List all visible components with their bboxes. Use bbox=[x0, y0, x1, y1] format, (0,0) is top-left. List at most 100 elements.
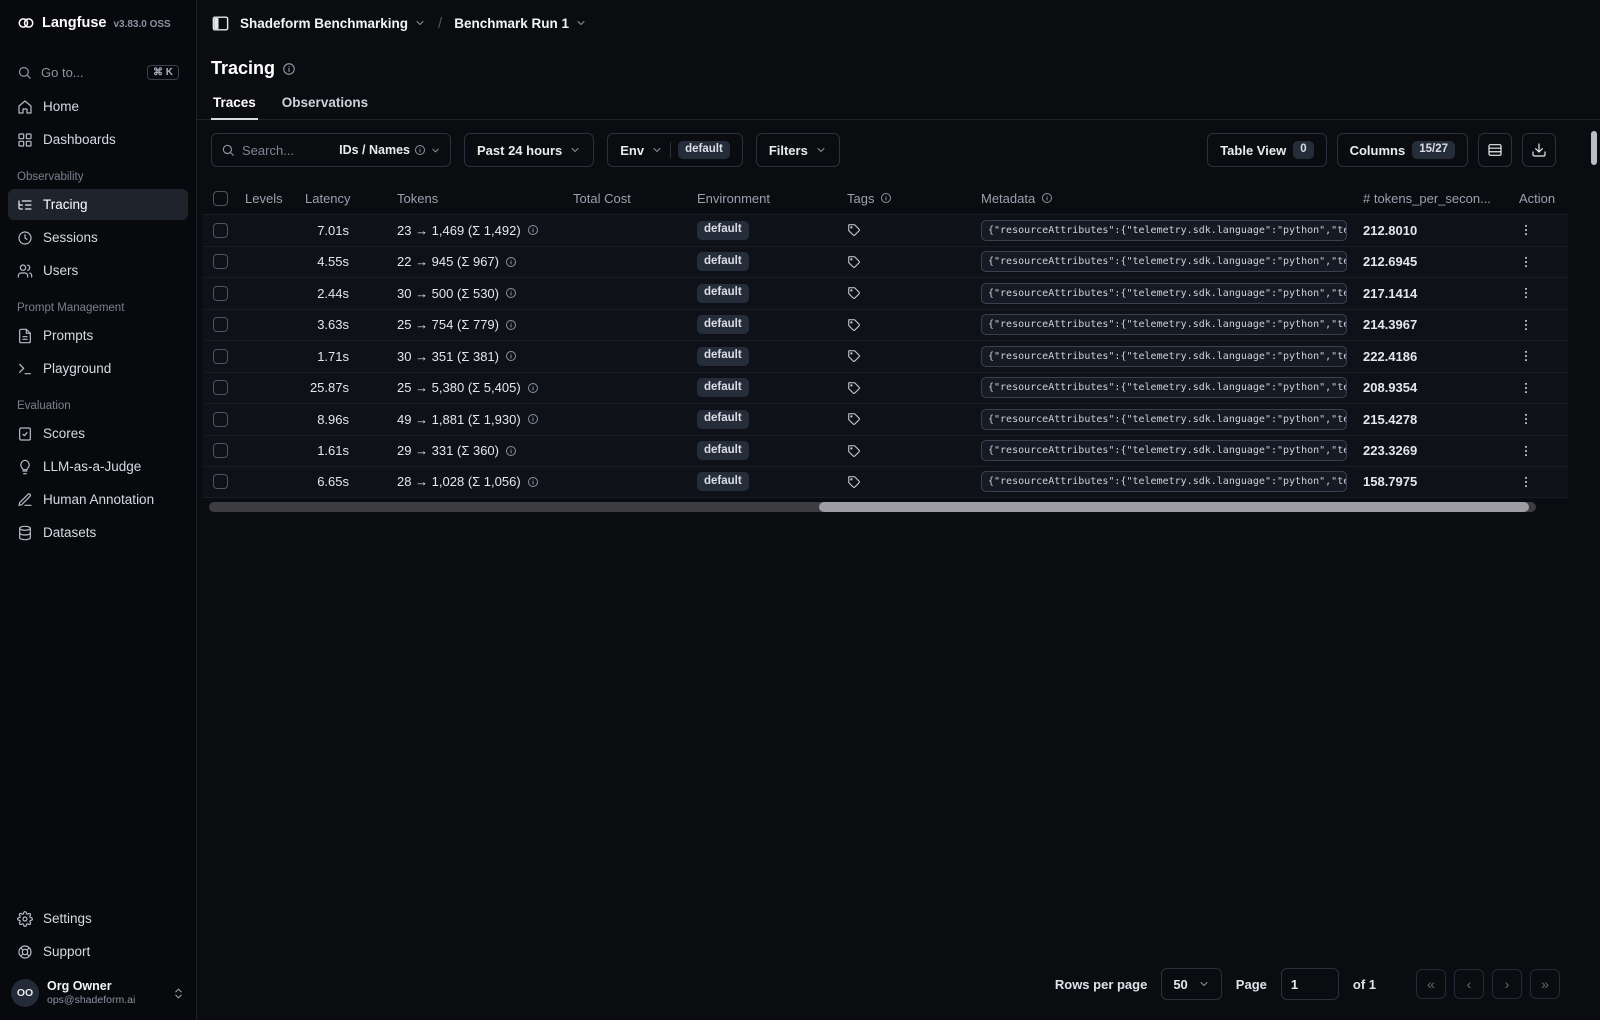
column-header-tokens-per-second[interactable]: # tokens_per_secon... bbox=[1355, 191, 1505, 206]
row-checkbox[interactable] bbox=[203, 411, 237, 427]
search-mode-dropdown[interactable]: IDs / Names bbox=[339, 143, 441, 157]
export-button[interactable] bbox=[1522, 133, 1556, 167]
app-logo[interactable]: Langfuse v3.83.0 OSS bbox=[8, 0, 188, 46]
row-actions-button[interactable] bbox=[1505, 349, 1568, 363]
table-row[interactable]: 3.63s 25 → 754 (Σ 779) default {"resourc… bbox=[203, 308, 1568, 340]
metadata-preview[interactable]: {"resourceAttributes":{"telemetry.sdk.la… bbox=[981, 251, 1347, 273]
info-icon[interactable] bbox=[527, 224, 539, 236]
column-header-environment[interactable]: Environment bbox=[689, 191, 839, 206]
tag-icon[interactable] bbox=[847, 475, 861, 489]
vertical-scrollbar-thumb[interactable] bbox=[1591, 131, 1597, 165]
previous-page-button[interactable]: ‹ bbox=[1454, 969, 1484, 999]
info-icon[interactable] bbox=[505, 287, 517, 299]
tag-icon[interactable] bbox=[847, 444, 861, 458]
row-actions-button[interactable] bbox=[1505, 444, 1568, 458]
table-row[interactable]: 2.44s 30 → 500 (Σ 530) default {"resourc… bbox=[203, 277, 1568, 309]
sidebar-item-home[interactable]: Home bbox=[8, 91, 188, 122]
sidebar-toggle-button[interactable] bbox=[211, 14, 230, 33]
org-selector[interactable]: Shadeform Benchmarking bbox=[240, 16, 426, 31]
columns-button[interactable]: Columns 15/27 bbox=[1336, 133, 1468, 167]
kebab-menu-icon[interactable] bbox=[1519, 255, 1533, 269]
column-header-metadata[interactable]: Metadata bbox=[973, 191, 1355, 206]
row-actions-button[interactable] bbox=[1505, 255, 1568, 269]
sidebar-item-dashboards[interactable]: Dashboards bbox=[8, 124, 188, 155]
row-checkbox[interactable] bbox=[203, 443, 237, 459]
metadata-preview[interactable]: {"resourceAttributes":{"telemetry.sdk.la… bbox=[981, 471, 1347, 493]
sidebar-item-playground[interactable]: Playground bbox=[8, 353, 188, 384]
row-actions-button[interactable] bbox=[1505, 381, 1568, 395]
column-header-tokens[interactable]: Tokens bbox=[389, 191, 565, 206]
time-range-filter[interactable]: Past 24 hours bbox=[464, 133, 595, 167]
kebab-menu-icon[interactable] bbox=[1519, 349, 1533, 363]
kebab-menu-icon[interactable] bbox=[1519, 318, 1533, 332]
table-row[interactable]: 4.55s 22 → 945 (Σ 967) default {"resourc… bbox=[203, 245, 1568, 277]
info-icon[interactable] bbox=[505, 256, 517, 268]
tag-icon[interactable] bbox=[847, 349, 861, 363]
kebab-menu-icon[interactable] bbox=[1519, 381, 1533, 395]
last-page-button[interactable]: » bbox=[1530, 969, 1560, 999]
table-row[interactable]: 6.65s 28 → 1,028 (Σ 1,056) default {"res… bbox=[203, 466, 1568, 498]
sidebar-item-scores[interactable]: Scores bbox=[8, 418, 188, 449]
table-row[interactable]: 25.87s 25 → 5,380 (Σ 5,405) default {"re… bbox=[203, 371, 1568, 403]
kebab-menu-icon[interactable] bbox=[1519, 412, 1533, 426]
environment-filter[interactable]: Env default bbox=[607, 133, 743, 167]
search-input[interactable] bbox=[242, 142, 333, 158]
kebab-menu-icon[interactable] bbox=[1519, 444, 1533, 458]
first-page-button[interactable]: « bbox=[1416, 969, 1446, 999]
row-checkbox[interactable] bbox=[203, 380, 237, 396]
row-checkbox[interactable] bbox=[203, 348, 237, 364]
row-checkbox[interactable] bbox=[203, 254, 237, 270]
row-actions-button[interactable] bbox=[1505, 475, 1568, 489]
row-actions-button[interactable] bbox=[1505, 412, 1568, 426]
tag-icon[interactable] bbox=[847, 318, 861, 332]
sidebar-item-sessions[interactable]: Sessions bbox=[8, 222, 188, 253]
tab-traces[interactable]: Traces bbox=[211, 88, 258, 120]
info-icon[interactable] bbox=[527, 476, 539, 488]
kebab-menu-icon[interactable] bbox=[1519, 286, 1533, 300]
tag-icon[interactable] bbox=[847, 255, 861, 269]
info-icon[interactable] bbox=[282, 62, 296, 76]
table-row[interactable]: 7.01s 23 → 1,469 (Σ 1,492) default {"res… bbox=[203, 214, 1568, 246]
metadata-preview[interactable]: {"resourceAttributes":{"telemetry.sdk.la… bbox=[981, 408, 1347, 430]
row-checkbox[interactable] bbox=[203, 285, 237, 301]
metadata-preview[interactable]: {"resourceAttributes":{"telemetry.sdk.la… bbox=[981, 377, 1347, 399]
horizontal-scrollbar-thumb[interactable] bbox=[819, 501, 1530, 512]
tag-icon[interactable] bbox=[847, 286, 861, 300]
tag-icon[interactable] bbox=[847, 223, 861, 237]
user-account-menu[interactable]: OO Org Owner ops@shadeform.ai bbox=[8, 968, 188, 1020]
row-checkbox[interactable] bbox=[203, 474, 237, 490]
metadata-preview[interactable]: {"resourceAttributes":{"telemetry.sdk.la… bbox=[981, 345, 1347, 367]
kebab-menu-icon[interactable] bbox=[1519, 223, 1533, 237]
project-selector[interactable]: Benchmark Run 1 bbox=[454, 16, 587, 31]
column-header-levels[interactable]: Levels bbox=[237, 191, 297, 206]
info-icon[interactable] bbox=[505, 350, 517, 362]
table-row[interactable]: 8.96s 49 → 1,881 (Σ 1,930) default {"res… bbox=[203, 403, 1568, 435]
rows-per-page-select[interactable]: 50 bbox=[1161, 968, 1222, 1000]
info-icon[interactable] bbox=[527, 382, 539, 394]
row-height-button[interactable] bbox=[1478, 133, 1512, 167]
info-icon[interactable] bbox=[505, 445, 517, 457]
sidebar-item-tracing[interactable]: Tracing bbox=[8, 189, 188, 220]
next-page-button[interactable]: › bbox=[1492, 969, 1522, 999]
row-checkbox[interactable] bbox=[203, 317, 237, 333]
column-header-total-cost[interactable]: Total Cost bbox=[565, 191, 689, 206]
metadata-preview[interactable]: {"resourceAttributes":{"telemetry.sdk.la… bbox=[981, 282, 1347, 304]
goto-search[interactable]: Go to... ⌘ K bbox=[8, 56, 188, 88]
row-actions-button[interactable] bbox=[1505, 318, 1568, 332]
table-row[interactable]: 1.71s 30 → 351 (Σ 381) default {"resourc… bbox=[203, 340, 1568, 372]
sidebar-item-llm-as-a-judge[interactable]: LLM-as-a-Judge bbox=[8, 451, 188, 482]
metadata-preview[interactable]: {"resourceAttributes":{"telemetry.sdk.la… bbox=[981, 440, 1347, 462]
column-header-tags[interactable]: Tags bbox=[839, 191, 973, 206]
sidebar-item-settings[interactable]: Settings bbox=[8, 903, 188, 934]
sidebar-item-human-annotation[interactable]: Human Annotation bbox=[8, 484, 188, 515]
search-box[interactable]: IDs / Names bbox=[211, 133, 451, 167]
info-icon[interactable] bbox=[505, 319, 517, 331]
info-icon[interactable] bbox=[527, 413, 539, 425]
row-checkbox[interactable] bbox=[203, 222, 237, 238]
tag-icon[interactable] bbox=[847, 412, 861, 426]
page-number-input[interactable] bbox=[1280, 968, 1339, 1000]
table-view-button[interactable]: Table View 0 bbox=[1207, 133, 1327, 167]
row-actions-button[interactable] bbox=[1505, 286, 1568, 300]
metadata-preview[interactable]: {"resourceAttributes":{"telemetry.sdk.la… bbox=[981, 219, 1347, 241]
tab-observations[interactable]: Observations bbox=[280, 88, 370, 119]
